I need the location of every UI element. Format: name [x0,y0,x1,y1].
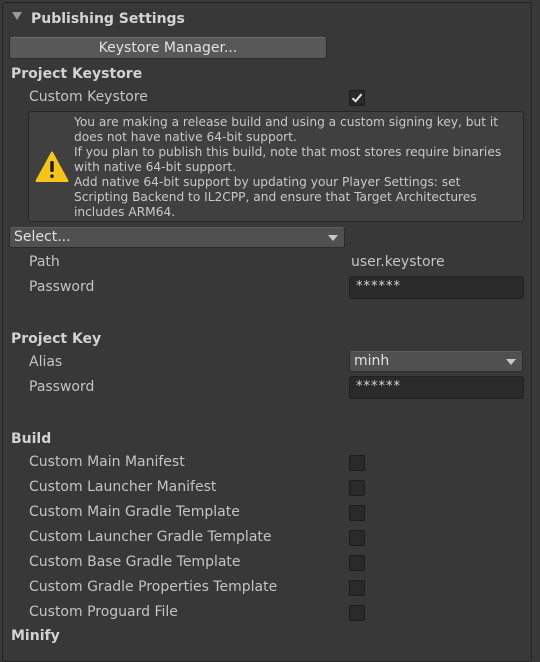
minify-heading: Minify [11,628,60,644]
warning-line: includes ARM64. [74,205,176,219]
path-label: Path [29,254,60,270]
chevron-down-icon [506,359,516,365]
build-heading: Build [11,431,52,447]
alias-dropdown[interactable]: minh [349,351,523,372]
key-password-label: Password [29,379,95,395]
keystore-password-field[interactable]: ****** [349,276,524,299]
custom-main-gradle-template-checkbox[interactable] [349,505,365,521]
foldout-triangle-icon[interactable] [12,12,22,20]
build-option-label: Custom Launcher Gradle Template [29,529,272,545]
build-option-label: Custom Proguard File [29,604,178,620]
keystore-password-label: Password [29,279,95,295]
project-key-heading: Project Key [11,331,102,347]
custom-gradle-properties-template-checkbox[interactable] [349,580,365,596]
foldout-title[interactable]: Publishing Settings [31,11,185,27]
keystore-manager-button[interactable]: Keystore Manager... [9,37,327,59]
project-keystore-heading: Project Keystore [11,66,143,82]
custom-main-manifest-checkbox[interactable] [349,455,365,471]
warning-line: If you plan to publish this build, note … [74,145,502,159]
warning-line: Scripting Backend to IL2CPP, and ensure … [74,190,477,204]
warning-icon [35,151,69,182]
warning-helpbox: You are making a release build and using… [28,111,524,222]
checkmark-icon [351,93,363,103]
build-option-label: Custom Gradle Properties Template [29,579,278,595]
chevron-down-icon [328,235,338,241]
build-option-label: Custom Main Manifest [29,454,185,470]
custom-proguard-file-checkbox[interactable] [349,605,365,621]
custom-keystore-label: Custom Keystore [29,89,148,105]
warning-line: You are making a release build and using… [74,115,499,129]
warning-line: Add native 64-bit support by updating yo… [74,175,461,189]
custom-keystore-checkbox[interactable] [349,90,365,106]
keystore-select-dropdown[interactable]: Select... [9,227,345,248]
build-option-label: Custom Launcher Manifest [29,479,217,495]
custom-launcher-manifest-checkbox[interactable] [349,480,365,496]
key-password-field[interactable]: ****** [349,376,524,399]
warning-message: You are making a release build and using… [74,115,519,220]
build-option-label: Custom Base Gradle Template [29,554,241,570]
custom-launcher-gradle-template-checkbox[interactable] [349,530,365,546]
warning-line: does not have native 64-bit support. [74,130,297,144]
keystore-select-value: Select... [14,229,71,245]
custom-base-gradle-template-checkbox[interactable] [349,555,365,571]
alias-value: minh [354,353,390,369]
warning-line: with native 64-bit support. [74,160,237,174]
path-value: user.keystore [351,254,445,270]
alias-label: Alias [29,354,63,370]
build-option-label: Custom Main Gradle Template [29,504,240,520]
